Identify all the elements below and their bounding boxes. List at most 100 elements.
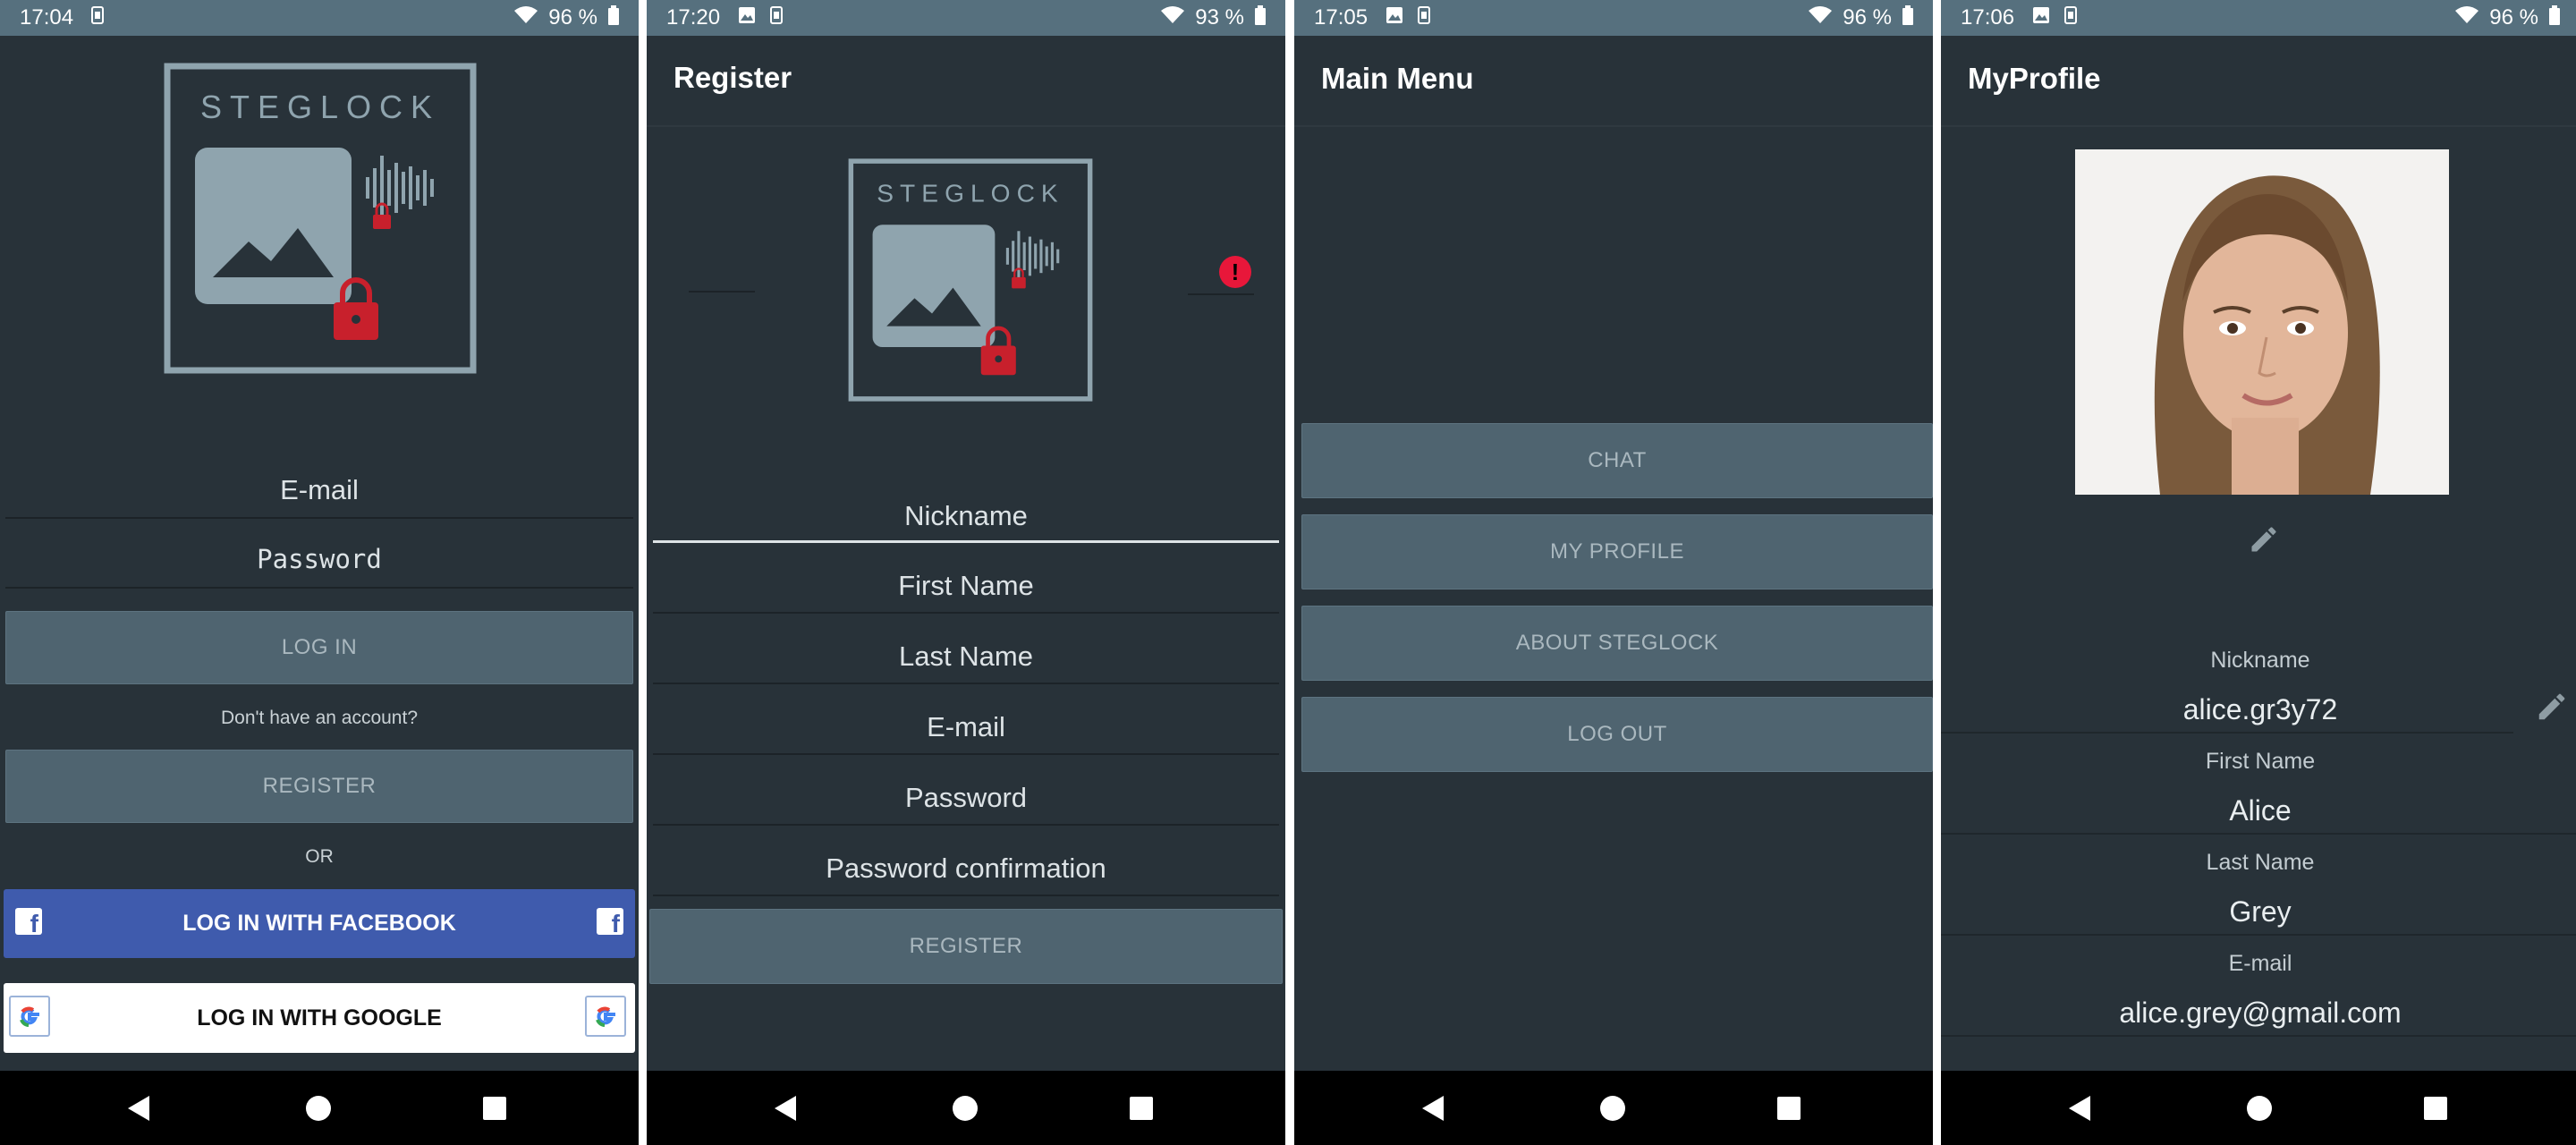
first-name-field[interactable]: First Name	[653, 570, 1279, 614]
battery-icon	[608, 4, 619, 31]
back-icon[interactable]	[775, 1096, 796, 1121]
register-screen: 17:20 93 % Register ! STEGLOCK Nickname …	[647, 0, 1285, 1145]
battery-level: 96 %	[2489, 5, 2538, 30]
my-profile-button[interactable]: MY PROFILE	[1301, 514, 1933, 589]
password-confirmation-field[interactable]: Password confirmation	[653, 852, 1279, 896]
hidden-field-left[interactable]	[689, 291, 755, 293]
facebook-login-label: LOG IN WITH FACEBOOK	[182, 911, 456, 936]
nickname-label: Nickname	[2210, 648, 2310, 673]
password-field[interactable]: Password	[5, 544, 633, 589]
battery-level: 93 %	[1195, 5, 1244, 30]
register-button[interactable]: REGISTER	[649, 909, 1283, 984]
image-icon	[2032, 5, 2050, 30]
recents-icon[interactable]	[483, 1097, 506, 1120]
battery-icon	[1902, 4, 1913, 31]
navigation-bar	[0, 1071, 639, 1145]
email-value: alice.grey@gmail.com	[2119, 997, 2402, 1029]
login-button[interactable]: LOG IN	[5, 611, 633, 684]
email-field[interactable]: E-mail	[5, 474, 633, 519]
recents-icon[interactable]	[1130, 1097, 1153, 1120]
logout-button[interactable]: LOG OUT	[1301, 697, 1933, 772]
facebook-icon: f	[597, 908, 623, 935]
logo-text: STEGLOCK	[877, 179, 1063, 207]
home-icon[interactable]	[1600, 1096, 1625, 1121]
google-icon	[9, 996, 50, 1037]
no-account-text: Don't have an account?	[221, 708, 418, 728]
back-icon[interactable]	[128, 1096, 149, 1121]
email-field[interactable]: E-mail	[653, 711, 1279, 755]
chat-button[interactable]: CHAT	[1301, 423, 1933, 498]
home-icon[interactable]	[953, 1096, 978, 1121]
status-bar: 17:06 96 %	[1941, 0, 2576, 36]
edit-nickname-icon[interactable]	[2535, 690, 2569, 724]
register-button[interactable]: REGISTER	[5, 750, 633, 823]
email-label: E-mail	[2228, 951, 2292, 976]
sim-icon	[2064, 5, 2078, 30]
logo-text: STEGLOCK	[200, 89, 440, 125]
battery-level: 96 %	[548, 5, 597, 30]
recents-icon[interactable]	[2424, 1097, 2447, 1120]
image-icon	[738, 5, 756, 30]
edit-photo-icon[interactable]	[2248, 523, 2280, 556]
home-icon[interactable]	[306, 1096, 331, 1121]
appbar-divider	[647, 125, 1285, 127]
page-title: MyProfile	[1968, 62, 2101, 95]
google-login-button[interactable]: LOG IN WITH GOOGLE	[4, 983, 635, 1053]
sim-icon	[91, 5, 105, 30]
nickname-value: alice.gr3y72	[2182, 693, 2338, 725]
status-time: 17:06	[1961, 5, 2015, 30]
nickname-divider	[1941, 732, 2513, 734]
google-login-label: LOG IN WITH GOOGLE	[197, 1005, 442, 1030]
status-bar: 17:04 96 %	[0, 0, 639, 36]
navigation-bar	[647, 1071, 1285, 1145]
main-menu-screen: 17:05 96 % Main Menu CHAT MY PROFILE ABO…	[1294, 0, 1933, 1145]
appbar-divider	[1294, 125, 1933, 127]
last-name-value: Grey	[2229, 895, 2292, 928]
status-time: 17:05	[1314, 5, 1368, 30]
status-bar: 17:05 96 %	[1294, 0, 1933, 36]
battery-icon	[1255, 4, 1266, 31]
password-field[interactable]: Password	[653, 782, 1279, 826]
error-icon: !	[1219, 256, 1251, 288]
wifi-icon	[514, 5, 538, 30]
login-screen: 17:04 96 % STEGLOCK E-mail Password LOG …	[0, 0, 639, 1145]
status-time: 17:20	[666, 5, 721, 30]
sim-icon	[770, 5, 784, 30]
steglock-logo: STEGLOCK	[164, 63, 477, 374]
about-steglock-button[interactable]: ABOUT STEGLOCK	[1301, 606, 1933, 681]
status-bar: 17:20 93 %	[647, 0, 1285, 36]
battery-icon	[2549, 4, 2560, 31]
navigation-bar	[1294, 1071, 1933, 1145]
image-icon	[1385, 5, 1403, 30]
facebook-icon: f	[15, 908, 42, 935]
first-name-value: Alice	[2229, 794, 2292, 827]
email-divider	[1941, 1035, 2576, 1037]
navigation-bar	[1941, 1071, 2576, 1145]
last-name-divider	[1941, 934, 2576, 936]
profile-screen: 17:06 96 % MyProfile Nickname alice.gr3y…	[1941, 0, 2576, 1145]
last-name-field[interactable]: Last Name	[653, 640, 1279, 684]
battery-level: 96 %	[1843, 5, 1892, 30]
back-icon[interactable]	[1422, 1096, 1444, 1121]
wifi-icon	[2455, 5, 2479, 30]
sim-icon	[1418, 5, 1431, 30]
last-name-label: Last Name	[2206, 850, 2315, 875]
page-title: Main Menu	[1321, 62, 1474, 95]
hidden-field-right[interactable]	[1188, 293, 1254, 295]
first-name-divider	[1941, 833, 2576, 835]
or-divider-text: OR	[305, 846, 334, 867]
nickname-field[interactable]: Nickname	[653, 500, 1279, 543]
page-title: Register	[674, 61, 792, 94]
appbar-divider	[1941, 125, 2576, 127]
wifi-icon	[1161, 5, 1185, 30]
status-time: 17:04	[20, 5, 74, 30]
back-icon[interactable]	[2069, 1096, 2090, 1121]
home-icon[interactable]	[2247, 1096, 2272, 1121]
wifi-icon	[1809, 5, 1833, 30]
steglock-logo: STEGLOCK	[848, 158, 1093, 402]
facebook-login-button[interactable]: f LOG IN WITH FACEBOOK f	[4, 889, 635, 958]
recents-icon[interactable]	[1777, 1097, 1801, 1120]
first-name-label: First Name	[2205, 749, 2316, 774]
profile-photo	[2075, 149, 2449, 495]
google-icon	[585, 996, 626, 1037]
